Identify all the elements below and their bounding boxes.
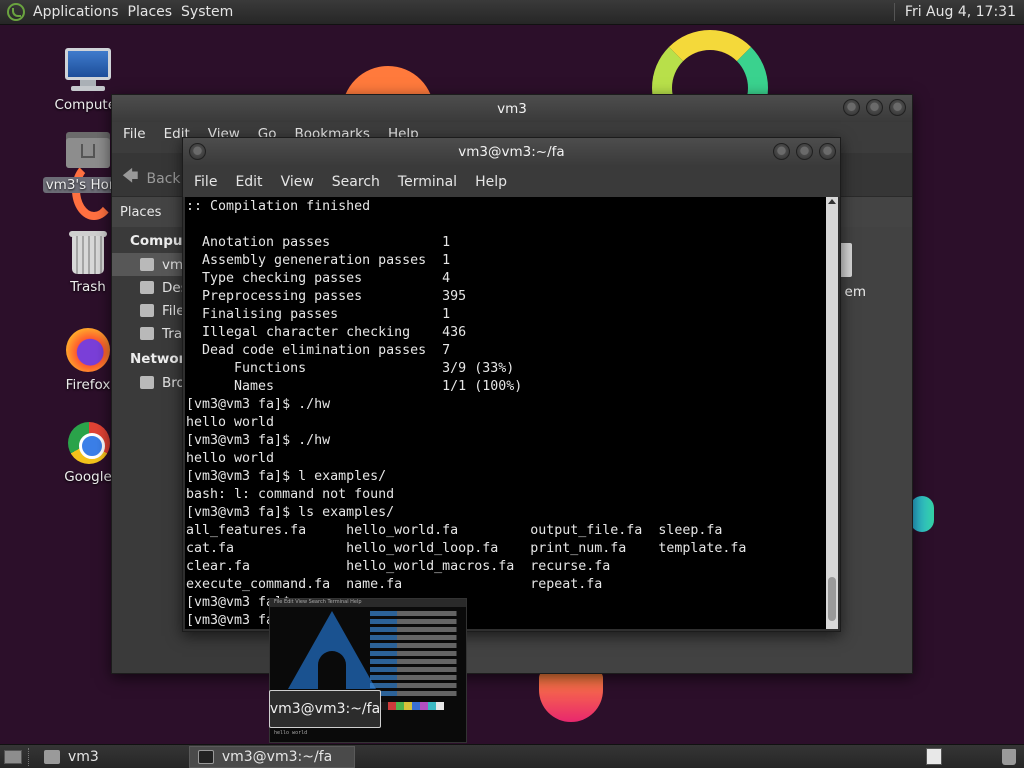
color-swatch (428, 702, 436, 710)
trash-icon (63, 228, 113, 276)
color-swatch (436, 702, 444, 710)
system-menu[interactable]: System (181, 4, 242, 20)
menu-terminal[interactable]: Terminal (389, 174, 466, 190)
show-desktop-icon[interactable] (4, 749, 22, 764)
system-info-lines (370, 611, 466, 699)
terminal-line: Names 1/1 (100%) (186, 379, 523, 394)
terminal-line: all_features.fa hello_world.fa output_fi… (186, 523, 723, 538)
color-swatch (420, 702, 428, 710)
desktop-icon-label: Google (64, 469, 112, 485)
color-swatches (380, 702, 444, 710)
color-swatch (404, 702, 412, 710)
bottom-panel: vm3 vm3@vm3:~/fa (0, 744, 1024, 768)
taskbar-item-label: vm3@vm3:~/fa (221, 748, 333, 765)
terminal-line: hello world (186, 415, 275, 430)
taskbar-item-terminal[interactable]: vm3@vm3:~/fa (188, 745, 355, 768)
computer-icon (63, 46, 113, 94)
terminal-line: Functions 3/9 (33%) (186, 361, 515, 376)
terminal-titlebar[interactable]: vm3@vm3:~/fa (183, 138, 840, 166)
wallpaper-shape (539, 670, 603, 722)
terminal-line: Finalising passes 1 (186, 307, 451, 322)
color-swatch (388, 702, 396, 710)
terminal-line: hello world (186, 451, 275, 466)
terminal-menubar: File Edit View Search Terminal Help (183, 166, 840, 197)
maximize-button[interactable] (796, 143, 813, 160)
drive-icon (140, 304, 154, 317)
file-label: em (844, 284, 866, 300)
menu-help[interactable]: Help (466, 174, 516, 190)
close-button[interactable] (819, 143, 836, 160)
terminal-line: execute_command.fa name.fa repeat.fa (186, 577, 603, 592)
taskbar-item-label: vm3 (68, 748, 99, 765)
panel-separator (893, 3, 895, 21)
trash-applet-icon[interactable] (1002, 748, 1016, 765)
menu-view[interactable]: View (272, 174, 323, 190)
scroll-up-arrow-icon[interactable] (828, 199, 836, 204)
trash-icon (140, 327, 154, 340)
terminal-line: [vm3@vm3 fa]$ ./hw (186, 397, 331, 412)
places-menu[interactable]: Places (128, 4, 182, 20)
top-panel: Applications Places System Fri Aug 4, 17… (0, 0, 1024, 25)
back-label: Back (146, 170, 181, 187)
chrome-icon (63, 418, 113, 466)
window-title: vm3 (497, 100, 527, 117)
desktop-icon-label: Firefox (65, 377, 111, 393)
terminal-line: [vm3@vm3 fa]$ ./hw (186, 433, 331, 448)
firefox-icon (63, 326, 113, 374)
terminal-line: :: Compilation finished (186, 199, 371, 214)
color-swatch (396, 702, 404, 710)
wallpaper-shape (910, 496, 934, 532)
terminal-output[interactable]: :: Compilation finished Anotation passes… (185, 197, 828, 629)
scrollbar-thumb[interactable] (828, 577, 836, 621)
panel-handle (28, 747, 30, 766)
terminal-line: bash: l: command not found (186, 487, 395, 502)
folder-icon (44, 749, 60, 764)
menu-edit[interactable]: Edit (226, 174, 271, 190)
menu-file[interactable]: File (114, 126, 155, 142)
arrow-left-icon: 🡄 (122, 166, 139, 185)
desktop-icon-label: Trash (70, 279, 106, 295)
terminal-icon (197, 749, 214, 764)
taskbar-item-file-manager[interactable]: vm3 (36, 746, 107, 768)
minimize-button[interactable] (843, 99, 860, 116)
terminal-line: Illegal character checking 436 (186, 325, 467, 340)
distro-logo-icon[interactable] (7, 3, 25, 21)
sidebar-selector-label: Places (120, 204, 162, 220)
terminal-line: [vm3@vm3 fa]$ l examples/ (186, 469, 387, 484)
color-swatch (380, 702, 388, 710)
menu-file[interactable]: File (185, 174, 226, 190)
terminal-line: Dead code elimination passes 7 (186, 343, 451, 358)
workspace-switcher[interactable] (926, 748, 942, 765)
terminal-line: Type checking passes 4 (186, 271, 451, 286)
terminal-window[interactable]: vm3@vm3:~/fa File Edit View Search Termi… (182, 137, 841, 632)
preview-text: hello world (274, 730, 308, 736)
applications-menu[interactable]: Applications (33, 4, 128, 20)
preview-menubar: File Edit View Search Terminal Help (270, 599, 466, 607)
file-manager-titlebar[interactable]: vm3 (112, 95, 912, 122)
clock[interactable]: Fri Aug 4, 17:31 (905, 4, 1016, 20)
home-icon (140, 258, 154, 271)
terminal-line: Assembly geneneration passes 1 (186, 253, 451, 268)
terminal-line: [vm3@vm3 fa]$ ls examples/ (186, 505, 395, 520)
taskbar-tooltip: vm3@vm3:~/fa (269, 690, 381, 728)
terminal-line: cat.fa hello_world_loop.fa print_num.fa … (186, 541, 747, 556)
maximize-button[interactable] (866, 99, 883, 116)
menu-search[interactable]: Search (323, 174, 389, 190)
terminal-line: Preprocessing passes 395 (186, 289, 467, 304)
home-folder-icon (63, 126, 113, 174)
network-icon (140, 376, 154, 389)
close-button[interactable] (889, 99, 906, 116)
terminal-line: clear.fa hello_world_macros.fa recurse.f… (186, 559, 611, 574)
desktop-folder-icon (140, 281, 154, 294)
window-title: vm3@vm3:~/fa (458, 144, 565, 160)
terminal-line: Anotation passes 1 (186, 235, 451, 250)
terminal-scrollbar[interactable] (826, 197, 838, 629)
window-menu-button[interactable] (189, 143, 206, 160)
color-swatch (412, 702, 420, 710)
minimize-button[interactable] (773, 143, 790, 160)
back-button[interactable]: 🡄 Back (122, 165, 181, 192)
